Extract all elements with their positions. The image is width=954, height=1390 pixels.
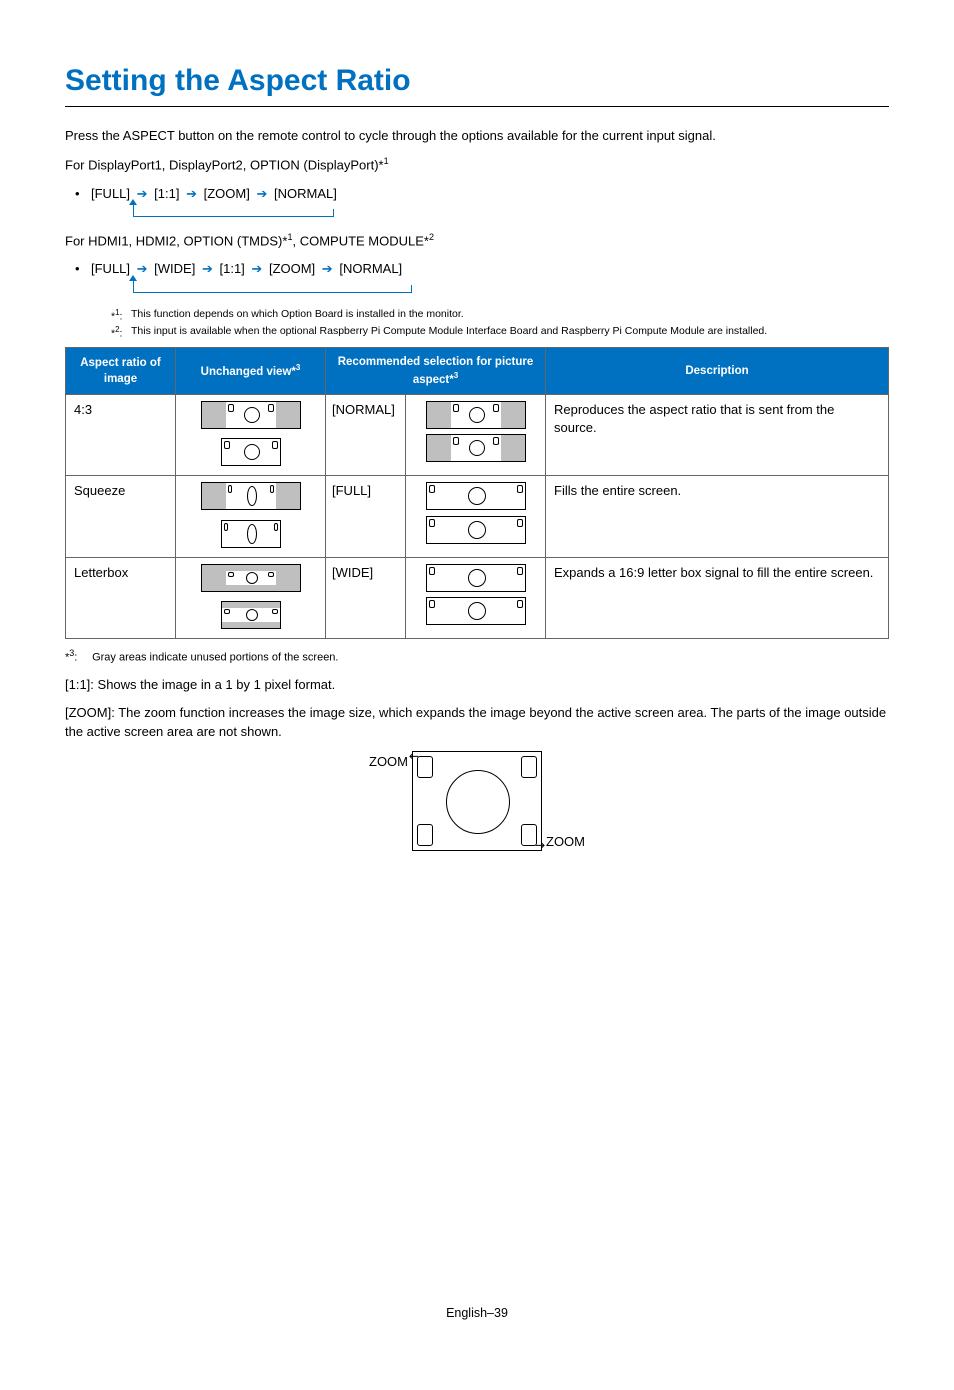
cycle-hdmi: [FULL] ➔ [WIDE] ➔ [1:1] ➔ [ZOOM] ➔ [NORM…: [65, 260, 889, 292]
td-rec-label: [WIDE]: [326, 557, 406, 638]
td-ratio: 4:3: [66, 394, 176, 475]
table-row: Squeeze [FULL]: [66, 476, 889, 557]
return-arrow: [117, 279, 889, 293]
fn3-text: Gray areas indicate unused portions of t…: [92, 652, 338, 664]
table-row: 4:3 [NORMAL]: [66, 394, 889, 475]
td-rec-label: [NORMAL]: [326, 394, 406, 475]
td-rec-img: [406, 476, 546, 557]
dp-sup: 1: [384, 156, 389, 166]
arrow-icon: ➔: [183, 185, 200, 203]
return-arrow: [117, 203, 889, 217]
arrow-icon: ➔: [199, 260, 216, 278]
fn2-mark: 2: [115, 325, 119, 334]
td-ratio: Squeeze: [66, 476, 176, 557]
hdmi-sup2: 2: [429, 232, 434, 242]
th-unchanged-text: Unchanged view*: [201, 366, 296, 378]
td-desc: Reproduces the aspect ratio that is sent…: [546, 394, 889, 475]
cycle-dp-1: [1:1]: [154, 186, 179, 201]
td-desc: Fills the entire screen.: [546, 476, 889, 557]
page-title: Setting the Aspect Ratio: [65, 60, 889, 107]
cycle-hdmi-2: [1:1]: [220, 261, 245, 276]
th-unchanged: Unchanged view*3: [176, 347, 326, 394]
fn1-text: This function depends on which Option Bo…: [131, 307, 464, 324]
th-rec-sup: 3: [454, 371, 458, 380]
note-zoom: [ZOOM]: The zoom function increases the …: [65, 704, 889, 740]
zoom-diagram: ZOOM ↖ ↖ ZOOM: [327, 751, 627, 851]
hdmi-line-a: For HDMI1, HDMI2, OPTION (TMDS)*: [65, 233, 287, 248]
td-unchanged-img: [176, 557, 326, 638]
fn3-mark: 3: [69, 648, 74, 658]
td-unchanged-img: [176, 394, 326, 475]
td-ratio: Letterbox: [66, 557, 176, 638]
arrow-icon: ➔: [319, 260, 336, 278]
cycle-dp-3: [NORMAL]: [274, 186, 337, 201]
cycle-hdmi-1: [WIDE]: [154, 261, 195, 276]
intro-text: Press the ASPECT button on the remote co…: [65, 127, 889, 145]
cycle-dp-0: [FULL]: [91, 186, 130, 201]
td-desc: Expands a 16:9 letter box signal to fill…: [546, 557, 889, 638]
td-rec-img: [406, 394, 546, 475]
page-footer: English–39: [65, 1305, 889, 1323]
hdmi-line-b: , COMPUTE MODULE*: [292, 233, 429, 248]
cycle-hdmi-0: [FULL]: [91, 261, 130, 276]
table-row: Letterbox [W: [66, 557, 889, 638]
arrow-icon: ➔: [248, 260, 265, 278]
td-rec-img: [406, 557, 546, 638]
footnote3: *3: Gray areas indicate unused portions …: [65, 647, 889, 666]
td-unchanged-img: [176, 476, 326, 557]
dp-line-text: For DisplayPort1, DisplayPort2, OPTION (…: [65, 158, 384, 173]
td-rec-label: [FULL]: [326, 476, 406, 557]
cycle-dp-2: [ZOOM]: [204, 186, 250, 201]
th-unchanged-sup: 3: [296, 363, 300, 372]
th-rec-text: Recommended selection for picture aspect…: [338, 356, 534, 386]
th-desc: Description: [546, 347, 889, 394]
th-ratio: Aspect ratio of image: [66, 347, 176, 394]
fn2-text: This input is available when the optiona…: [131, 324, 767, 341]
arrow-icon: ➔: [253, 185, 270, 203]
footnotes-upper: *1: This function depends on which Optio…: [111, 307, 889, 341]
cycle-dp: [FULL] ➔ [1:1] ➔ [ZOOM] ➔ [NORMAL]: [65, 185, 889, 217]
dp-line: For DisplayPort1, DisplayPort2, OPTION (…: [65, 155, 889, 175]
cycle-hdmi-3: [ZOOM]: [269, 261, 315, 276]
note-11: [1:1]: Shows the image in a 1 by 1 pixel…: [65, 676, 889, 694]
th-rec: Recommended selection for picture aspect…: [326, 347, 546, 394]
aspect-table: Aspect ratio of image Unchanged view*3 R…: [65, 347, 889, 639]
fn1-mark: 1: [115, 308, 119, 317]
hdmi-line: For HDMI1, HDMI2, OPTION (TMDS)*1, COMPU…: [65, 231, 889, 251]
cycle-hdmi-4: [NORMAL]: [339, 261, 402, 276]
